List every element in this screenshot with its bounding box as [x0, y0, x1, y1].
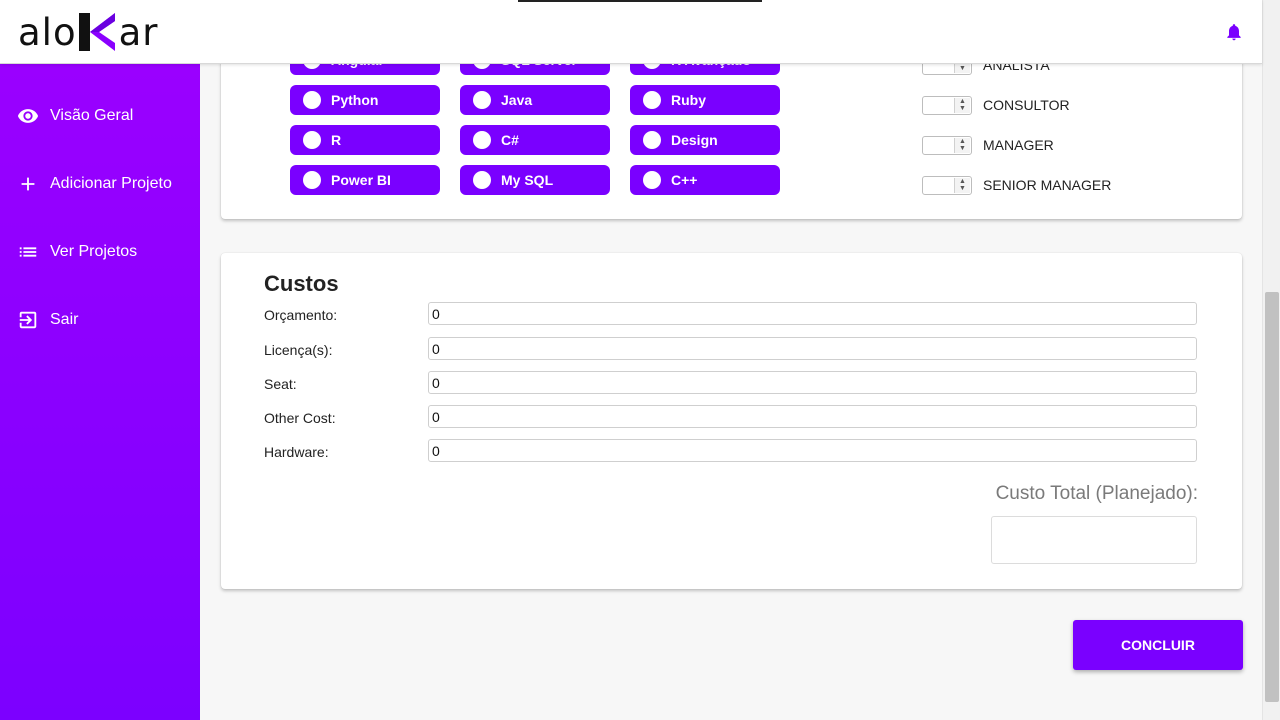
skill-option[interactable]: C#: [460, 125, 610, 155]
sidebar-item-sair[interactable]: Sair: [0, 300, 200, 340]
scrollbar-thumb[interactable]: [1265, 292, 1279, 702]
skill-option[interactable]: Ruby: [630, 85, 780, 115]
skill-option[interactable]: R: [290, 125, 440, 155]
sidebar-item-visao-geral[interactable]: Visão Geral: [0, 96, 200, 136]
role-label: SENIOR MANAGER: [983, 177, 1112, 193]
skill-option[interactable]: Python: [290, 85, 440, 115]
sidebar-item-ver-projetos[interactable]: Ver Projetos: [0, 232, 200, 272]
role-label: CONSULTOR: [983, 97, 1070, 113]
costs-title: Custos: [264, 271, 339, 296]
sidebar-item-label: Adicionar Projeto: [50, 175, 172, 192]
costs-card: Custos Orçamento: Licença(s): Seat: Othe…: [221, 253, 1242, 589]
skill-option[interactable]: Java: [460, 85, 610, 115]
other-cost-label: Other Cost:: [264, 410, 336, 426]
stepper-arrows-icon[interactable]: ▲▼: [954, 97, 970, 113]
skill-label: My SQL: [501, 172, 554, 188]
sidebar-item-label: Ver Projetos: [50, 243, 138, 260]
total-cost-field[interactable]: [991, 516, 1197, 564]
skill-label: R: [331, 132, 342, 148]
stepper-arrows-icon[interactable]: ▲▼: [954, 177, 970, 193]
skill-label: C++: [671, 172, 698, 188]
quantity-stepper[interactable]: ▲▼: [922, 95, 972, 115]
sidebar-item-adicionar-projeto[interactable]: Adicionar Projeto: [0, 164, 200, 204]
skill-label: Java: [501, 92, 533, 108]
top-header: alo ar: [0, 0, 1262, 64]
skill-label: Python: [331, 92, 379, 108]
hardware-input[interactable]: [428, 439, 1197, 462]
seat-label: Seat:: [264, 376, 297, 392]
budget-input[interactable]: [428, 302, 1197, 325]
role-row-manager: ▲ ▼ MANAGER: [922, 133, 1054, 157]
radio-button[interactable]: [303, 91, 321, 109]
logo-text-prefix: alo: [18, 10, 77, 54]
app-logo[interactable]: alo ar: [18, 10, 158, 54]
skill-label: Power BI: [331, 172, 391, 188]
page-scrollbar[interactable]: [1262, 0, 1280, 720]
logo-text-suffix: ar: [118, 10, 159, 54]
license-label: Licença(s):: [264, 342, 333, 358]
radio-button[interactable]: [303, 131, 321, 149]
radio-button[interactable]: [643, 91, 661, 109]
radio-button[interactable]: [643, 171, 661, 189]
sidebar: Visão Geral Adicionar Projeto Ver Projet…: [0, 64, 200, 720]
skill-option[interactable]: My SQL: [460, 165, 610, 195]
license-input[interactable]: [428, 337, 1197, 360]
total-cost-label: Custo Total (Planejado):: [995, 483, 1198, 504]
skill-label: Ruby: [671, 92, 706, 108]
skill-option[interactable]: C++: [630, 165, 780, 195]
hardware-label: Hardware:: [264, 444, 329, 460]
radio-button[interactable]: [473, 131, 491, 149]
skill-option[interactable]: Design: [630, 125, 780, 155]
notification-bell-icon[interactable]: [1224, 22, 1244, 42]
concluir-button[interactable]: CONCLUIR: [1073, 620, 1243, 670]
budget-label: Orçamento:: [264, 307, 338, 323]
role-row-consultor: ▲ ▼ CONSULTOR: [922, 93, 1070, 117]
radio-button[interactable]: [643, 131, 661, 149]
sidebar-item-label: Visão Geral: [50, 107, 134, 124]
list-icon: [17, 241, 39, 263]
quantity-stepper[interactable]: ▲▼: [922, 175, 972, 195]
header-divider: [518, 0, 762, 2]
skill-option[interactable]: Power BI: [290, 165, 440, 195]
sidebar-item-label: Sair: [50, 311, 79, 328]
skill-label: Design: [671, 132, 718, 148]
other-cost-input[interactable]: [428, 405, 1197, 428]
role-label: MANAGER: [983, 137, 1054, 153]
role-row-senior-manager: ▲ ▼ SENIOR MANAGER: [922, 173, 1111, 197]
radio-button[interactable]: [303, 171, 321, 189]
plus-icon: [17, 173, 39, 195]
logo-k-mark: [78, 13, 117, 51]
radio-button[interactable]: [473, 171, 491, 189]
radio-button[interactable]: [473, 91, 491, 109]
eye-icon: [17, 105, 39, 127]
quantity-stepper[interactable]: ▲▼: [922, 135, 972, 155]
seat-input[interactable]: [428, 371, 1197, 394]
stepper-arrows-icon[interactable]: ▲▼: [954, 137, 970, 153]
skill-label: C#: [501, 132, 519, 148]
logout-icon: [17, 309, 39, 331]
